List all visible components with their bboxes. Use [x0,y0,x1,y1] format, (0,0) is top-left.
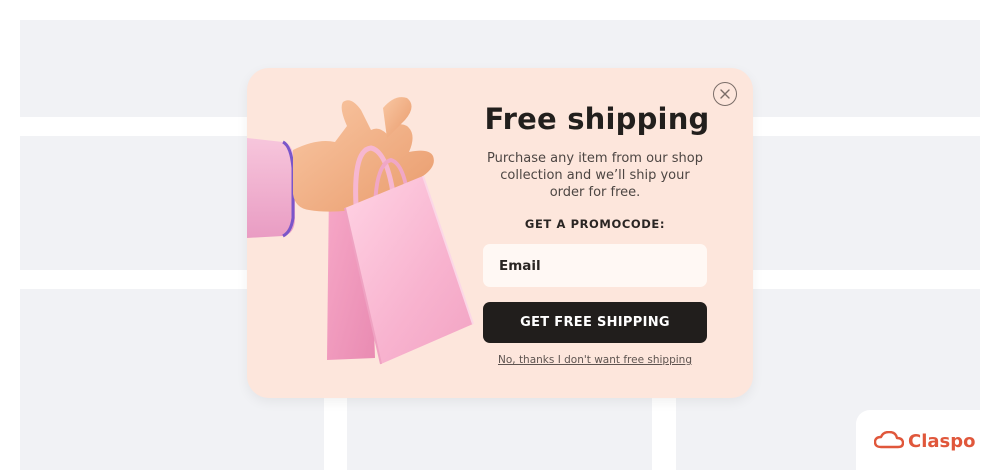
email-field[interactable]: Email [483,244,707,287]
decline-link[interactable]: No, thanks I don't want free shipping [483,354,707,366]
promocode-label: GET A PROMOCODE: [524,217,666,231]
popup-description: Purchase any item from our shop collecti… [487,151,703,200]
brand-badge: Claspo [856,410,1000,470]
get-free-shipping-button[interactable]: GET FREE SHIPPING [483,302,707,343]
popup-content: Free shipping Purchase any item from our… [477,98,713,231]
cloud-logo-icon [874,431,904,449]
popup-title: Free shipping [484,102,710,136]
free-shipping-popup: Free shipping Purchase any item from our… [247,68,753,398]
hand-holding-bag-illustration [247,97,474,365]
brand-name: Claspo [908,430,976,452]
email-placeholder: Email [499,257,541,274]
